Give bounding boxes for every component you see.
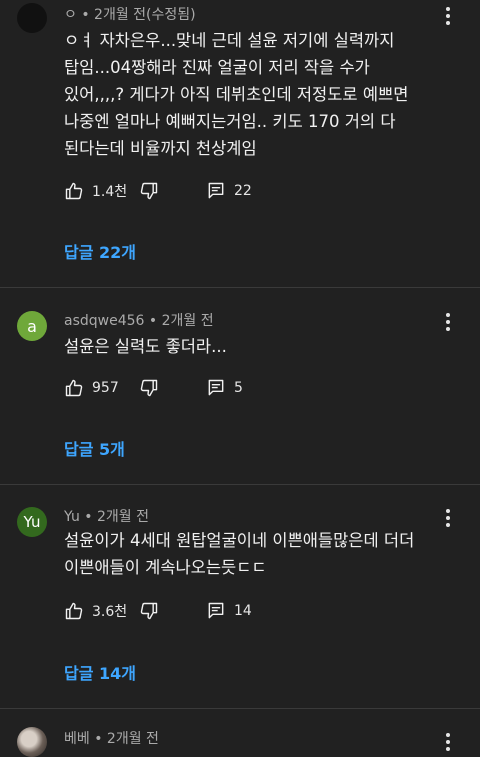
avatar[interactable] — [17, 3, 47, 33]
thumbs-up-icon — [64, 601, 84, 621]
more-options-icon[interactable] — [440, 731, 456, 753]
reply-button[interactable]: 22 — [206, 181, 252, 201]
like-button[interactable]: 3.6천 — [64, 601, 127, 621]
divider — [0, 287, 480, 288]
comment-line: 설윤이가 4세대 원탑얼굴이네 이쁜애들많은데 더더 — [64, 531, 415, 550]
comment-text: ㅇㅕ 자차은우...맞네 근데 설윤 저기에 실력까지 탑임...04짱해라 진… — [64, 27, 454, 162]
thumbs-down-icon — [139, 378, 159, 398]
like-button[interactable]: 1.4천 — [64, 181, 127, 201]
view-replies-link[interactable]: 답글 22개 — [64, 239, 136, 263]
like-count: 957 — [92, 380, 119, 396]
comment-line: 탑임...04짱해라 진짜 얼굴이 저리 작을 수가 — [64, 58, 370, 77]
more-options-icon[interactable] — [440, 507, 456, 529]
more-options-icon[interactable] — [440, 311, 456, 333]
comment-icon — [206, 601, 226, 621]
comment-meta: asdqwe456 • 2개월 전 — [64, 313, 214, 329]
comment-line: ㅇㅕ 자차은우...맞네 근데 설윤 저기에 실력까지 — [64, 31, 395, 50]
like-button[interactable]: 957 — [64, 378, 119, 398]
more-options-icon[interactable] — [440, 5, 456, 27]
comment-line: 설윤은 실력도 좋더라... — [64, 337, 227, 356]
comment-line: 이쁜애들이 계속나오는듯ㄷㄷ — [64, 558, 267, 577]
view-replies-link[interactable]: 답글 14개 — [64, 660, 136, 684]
thumbs-up-icon — [64, 181, 84, 201]
reply-button[interactable]: 5 — [206, 378, 243, 398]
comment-text: 설윤이가 4세대 원탑얼굴이네 이쁜애들많은데 더더 이쁜애들이 계속나오는듯ㄷ… — [64, 527, 454, 581]
thumbs-up-icon — [64, 378, 84, 398]
dislike-button[interactable] — [139, 181, 159, 201]
divider — [0, 708, 480, 709]
reply-button[interactable]: 14 — [206, 601, 252, 621]
avatar[interactable]: Yu — [17, 507, 47, 537]
reply-count: 22 — [234, 183, 252, 199]
avatar[interactable] — [17, 727, 47, 757]
comment-meta: Yu • 2개월 전 — [64, 509, 149, 525]
thumbs-down-icon — [139, 601, 159, 621]
dislike-button[interactable] — [139, 378, 159, 398]
dislike-button[interactable] — [139, 601, 159, 621]
like-count: 1.4천 — [92, 184, 128, 200]
comment-meta: ㅇ • 2개월 전(수정됨) — [64, 7, 196, 23]
comment-line: 있어,,,,? 게다가 아직 데뷔초인데 저정도로 예쁘면 — [64, 85, 409, 104]
comment-text: 설윤은 실력도 좋더라... — [64, 333, 454, 360]
like-count: 3.6천 — [92, 604, 128, 620]
comment-meta: 베베 • 2개월 전 — [64, 731, 159, 747]
reply-count: 5 — [234, 380, 243, 396]
view-replies-link[interactable]: 답글 5개 — [64, 436, 125, 460]
comment-icon — [206, 378, 226, 398]
comment-line: 된다는데 비율까지 천상계임 — [64, 139, 257, 158]
comment-icon — [206, 181, 226, 201]
comment-line: 나중엔 얼마나 예뻐지는거임.. 키도 170 거의 다 — [64, 112, 396, 131]
thumbs-down-icon — [139, 181, 159, 201]
avatar[interactable]: a — [17, 311, 47, 341]
reply-count: 14 — [234, 603, 252, 619]
divider — [0, 484, 480, 485]
